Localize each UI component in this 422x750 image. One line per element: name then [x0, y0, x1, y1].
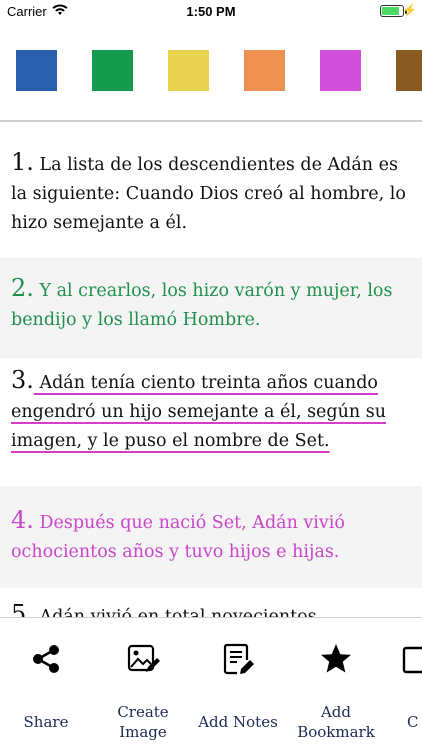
verse-1[interactable]: 1. La lista de los descendientes de Adán…: [0, 148, 422, 238]
color-swatch-orange[interactable]: [244, 50, 285, 91]
add-bookmark-label-line1: Add: [320, 703, 352, 721]
color-swatch-blue[interactable]: [16, 50, 57, 91]
color-swatch-yellow[interactable]: [168, 50, 209, 91]
add-bookmark-label: Add Bookmark: [290, 702, 382, 742]
divider: [0, 120, 422, 122]
verse-number: 2.: [11, 274, 34, 302]
add-notes-button[interactable]: Add Notes: [192, 618, 284, 750]
status-bar: Carrier 1:50 PM ⚡: [0, 0, 422, 22]
verse-text: La lista de los descendientes de Adán es…: [11, 155, 406, 233]
share-button[interactable]: Share: [0, 618, 92, 750]
verse-text: Adán tenía ciento treinta años cuando en…: [11, 373, 386, 451]
verse-3[interactable]: 3. Adán tenía ciento treinta años cuando…: [0, 366, 422, 456]
battery-icon: [380, 5, 407, 17]
verse-text: Después que nació Set, Adán vivió ochoci…: [11, 513, 345, 562]
create-image-label-line1: Create: [117, 703, 169, 721]
create-image-label: Create Image: [97, 702, 189, 742]
clock: 1:50 PM: [186, 4, 236, 19]
star-icon: [321, 644, 351, 673]
copy-icon: [402, 646, 422, 674]
verse-2[interactable]: 2. Y al crearlos, los hizo varón y mujer…: [0, 258, 422, 358]
add-bookmark-label-line2: Bookmark: [297, 723, 375, 741]
verse-number: 1.: [11, 148, 34, 176]
share-label: Share: [23, 713, 69, 731]
image-edit-icon: [127, 644, 160, 672]
highlight-color-palette: [0, 50, 422, 92]
add-notes-label: Add Notes: [198, 713, 278, 731]
verse-number: 4.: [11, 506, 34, 534]
copy-button[interactable]: C: [385, 618, 422, 750]
create-image-button[interactable]: Create Image: [97, 618, 189, 750]
color-swatch-brown[interactable]: [396, 50, 422, 91]
copy-label: C: [407, 713, 419, 731]
verse-number: 3.: [11, 366, 34, 394]
create-image-label-line2: Image: [119, 723, 167, 741]
add-bookmark-button[interactable]: Add Bookmark: [290, 618, 382, 750]
verse-4[interactable]: 4. Después que nació Set, Adán vivió och…: [0, 486, 422, 588]
verse-text: Y al crearlos, los hizo varón y mujer, l…: [11, 281, 393, 330]
color-swatch-green[interactable]: [92, 50, 133, 91]
charging-icon: ⚡: [402, 3, 417, 17]
color-swatch-magenta[interactable]: [320, 50, 361, 91]
share-icon: [33, 645, 59, 673]
note-edit-icon: [223, 643, 254, 675]
action-toolbar: Share Create Image Add Notes Add Bookmark …: [0, 617, 422, 750]
